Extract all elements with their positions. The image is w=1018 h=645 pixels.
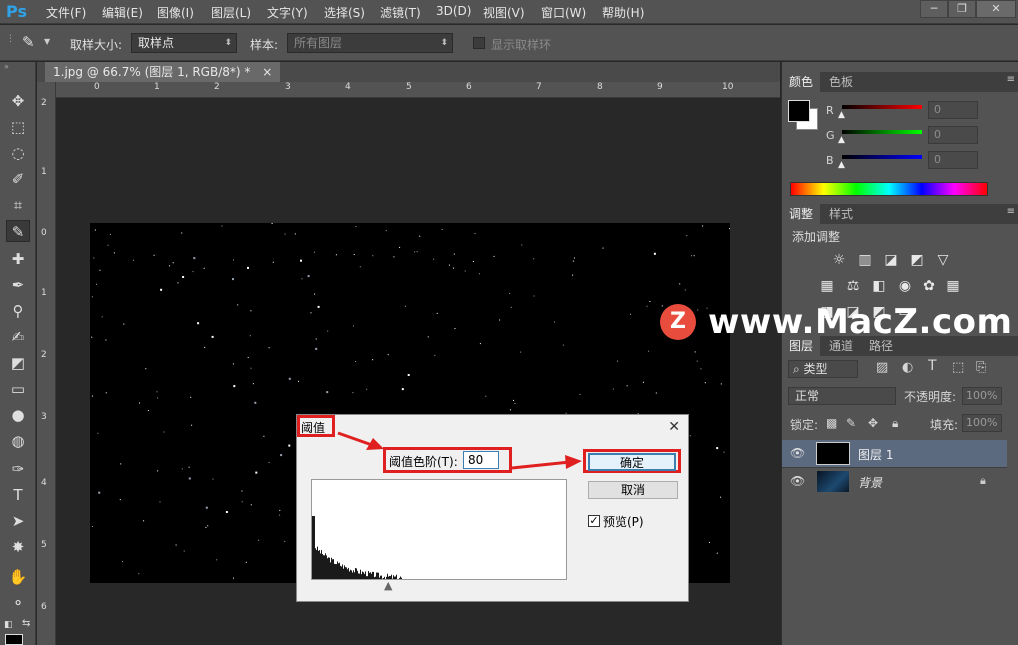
arrow-to-level-line xyxy=(337,431,373,447)
arrow-to-ok-head xyxy=(565,455,582,469)
arrow-to-ok-line xyxy=(511,460,571,470)
photoshop-window: Ps 文件(F) 编辑(E) 图像(I) 图层(L) 文字(Y) 选择(S) 滤… xyxy=(0,0,1018,645)
annotation-arrows xyxy=(337,431,582,470)
